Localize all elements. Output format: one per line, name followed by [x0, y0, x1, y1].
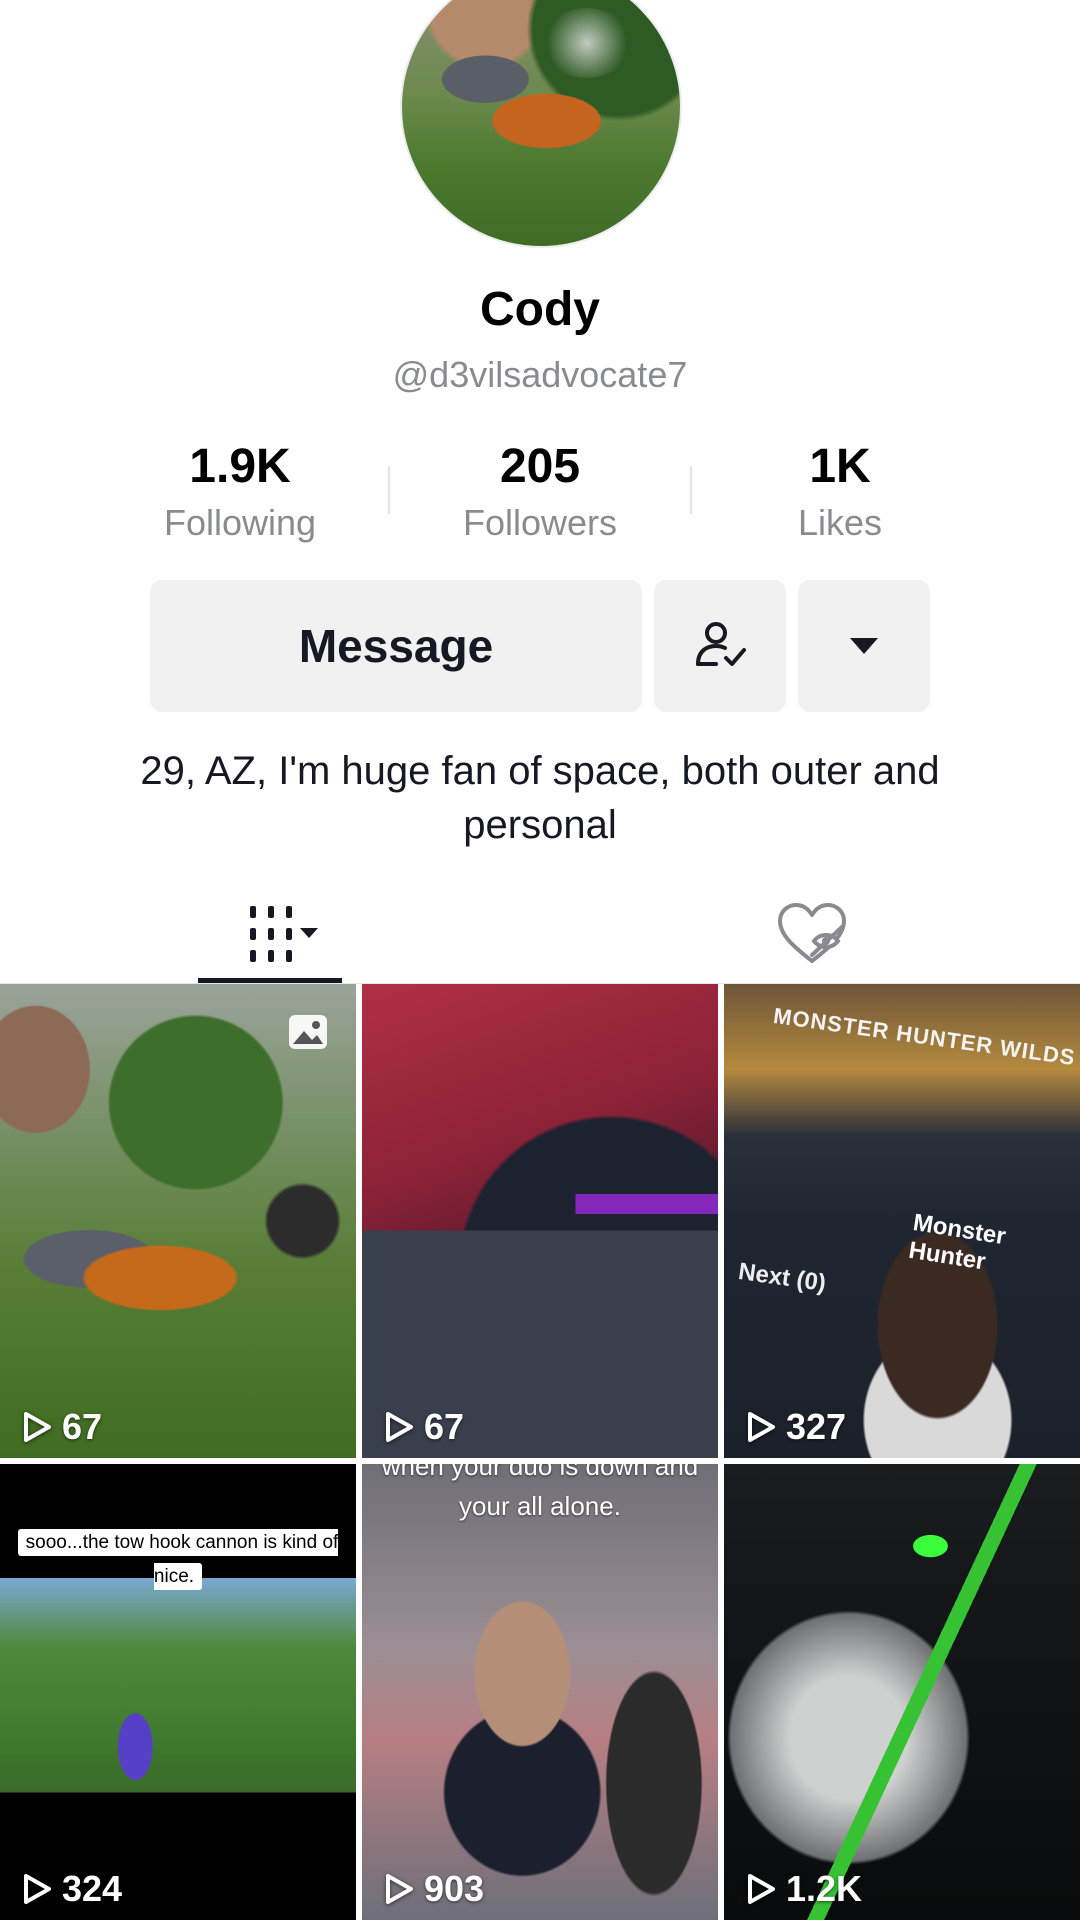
video-caption-text: sooo...the tow hook cannon is kind of ni… — [17, 1529, 339, 1590]
grid-videos-icon — [250, 906, 318, 962]
stat-divider — [388, 466, 390, 514]
play-icon — [386, 1874, 413, 1904]
play-icon — [386, 1412, 413, 1442]
view-count: 324 — [22, 1868, 122, 1910]
view-count: 1.2K — [746, 1868, 862, 1910]
photo-post-icon — [289, 1015, 327, 1049]
video-caption-text: when your duo is down and your all alone… — [381, 1464, 699, 1521]
view-count-value: 327 — [786, 1406, 847, 1447]
video-tile[interactable]: 67 — [0, 984, 356, 1458]
stat-followers-label: Followers — [462, 502, 618, 543]
video-tile[interactable]: 1.2K — [724, 1464, 1080, 1920]
stat-following-label: Following — [163, 502, 317, 543]
view-count-value: 67 — [62, 1406, 103, 1447]
play-icon — [24, 1874, 51, 1904]
video-caption: sooo...the tow hook cannon is kind of ni… — [0, 1526, 356, 1594]
following-button[interactable] — [654, 580, 786, 712]
tab-videos[interactable] — [198, 884, 342, 984]
profile-bio: 29, AZ, I'm huge fan of space, both oute… — [140, 749, 940, 847]
stat-likes-value: 1K — [809, 440, 871, 493]
video-tile[interactable]: sooo...the tow hook cannon is kind of ni… — [0, 1464, 356, 1920]
video-tile[interactable]: 67 — [362, 984, 718, 1458]
stat-likes[interactable]: 1K Likes — [720, 438, 960, 548]
hidden-liked-icon — [778, 903, 846, 963]
view-count-value: 1.2K — [786, 1868, 863, 1909]
tab-liked[interactable] — [762, 884, 862, 984]
play-icon — [748, 1412, 775, 1442]
stat-followers-value: 205 — [499, 440, 581, 493]
profile-avatar[interactable] — [400, 0, 682, 248]
thumbnail-title-text: MONSTER HUNTER WILDS — [771, 1002, 1078, 1071]
play-icon — [24, 1412, 51, 1442]
stat-likes-label: Likes — [797, 502, 883, 543]
thumbnail-subtitle-text: Monster Hunter — [906, 1209, 1008, 1276]
view-count-value: 67 — [424, 1406, 465, 1447]
play-icon — [748, 1874, 775, 1904]
message-button[interactable]: Message — [150, 580, 642, 712]
more-options-button[interactable] — [798, 580, 930, 712]
video-tile[interactable]: MONSTER HUNTER WILDS Monster Hunter Next… — [724, 984, 1080, 1458]
profile-page: Cody @d3vilsadvocate7 1.9K Following 205… — [0, 0, 1080, 1920]
stat-following-value: 1.9K — [189, 440, 291, 493]
person-check-icon — [696, 622, 746, 666]
view-count: 903 — [384, 1868, 484, 1910]
view-count: 67 — [22, 1406, 102, 1448]
avatar-smoke — [542, 8, 632, 78]
view-count-value: 324 — [62, 1868, 123, 1909]
profile-handle: @d3vilsadvocate7 — [392, 354, 688, 395]
thumbnail-next-text: Next (0) — [736, 1258, 828, 1297]
stat-divider — [690, 466, 692, 514]
view-count: 67 — [384, 1406, 464, 1448]
video-tile[interactable]: when your duo is down and your all alone… — [362, 1464, 718, 1920]
stat-followers[interactable]: 205 Followers — [420, 438, 660, 548]
view-count: 327 — [746, 1406, 846, 1448]
view-count-value: 903 — [424, 1868, 485, 1909]
stat-following[interactable]: 1.9K Following — [120, 438, 360, 548]
profile-name: Cody — [480, 283, 600, 336]
profile-stats: 1.9K Following 205 Followers 1K Likes — [0, 438, 1080, 548]
caret-down-icon — [850, 638, 878, 654]
